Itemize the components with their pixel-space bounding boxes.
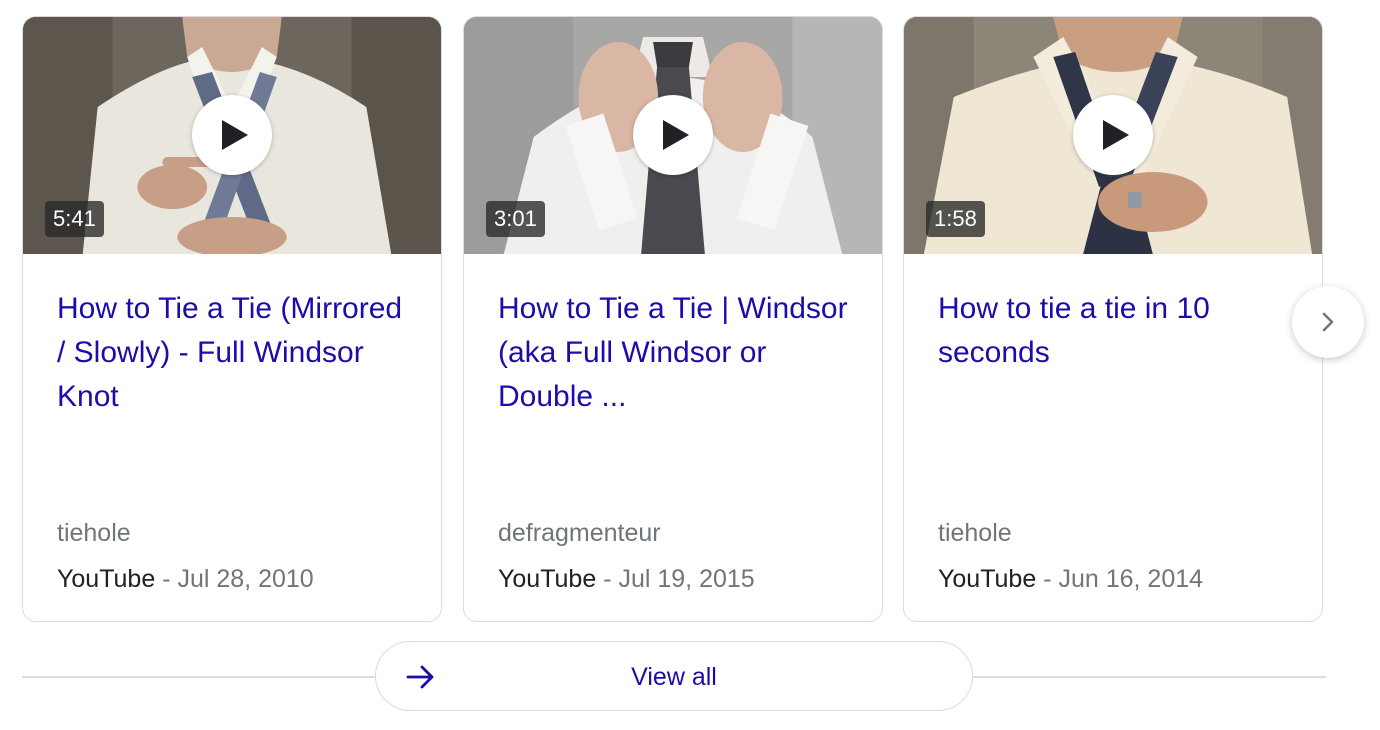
video-channel: tiehole	[57, 519, 131, 547]
video-duration: 5:41	[45, 201, 104, 237]
carousel-next-button[interactable]	[1292, 286, 1364, 358]
video-source: YouTube	[498, 565, 597, 593]
video-date: Jul 28, 2010	[177, 565, 314, 593]
video-card[interactable]: 5:41 How to Tie a Tie (Mirrored / Slowly…	[22, 16, 442, 622]
view-all-label: View all	[631, 663, 717, 691]
source-separator: -	[1036, 565, 1059, 593]
chevron-right-icon	[1322, 312, 1334, 332]
video-source: YouTube	[57, 565, 156, 593]
video-card[interactable]: 3:01 How to Tie a Tie | Windsor (aka Ful…	[463, 16, 883, 622]
source-separator: -	[596, 565, 619, 593]
video-thumbnail[interactable]: 5:41	[23, 17, 441, 254]
video-title-link[interactable]: How to Tie a Tie (Mirrored / Slowly) - F…	[57, 287, 417, 419]
video-duration: 1:58	[926, 201, 985, 237]
source-separator: -	[155, 565, 178, 593]
video-date: Jul 19, 2015	[618, 565, 755, 593]
video-card[interactable]: 1:58 How to tie a tie in 10 seconds tieh…	[903, 16, 1323, 622]
play-icon[interactable]	[1073, 95, 1153, 175]
play-icon[interactable]	[633, 95, 713, 175]
video-thumbnail[interactable]: 3:01	[464, 17, 882, 254]
video-title-link[interactable]: How to tie a tie in 10 seconds	[938, 287, 1298, 375]
video-source-line: YouTube - Jul 19, 2015	[498, 563, 755, 595]
video-title-link[interactable]: How to Tie a Tie | Windsor (aka Full Win…	[498, 287, 858, 419]
play-icon[interactable]	[192, 95, 272, 175]
video-channel: defragmenteur	[498, 519, 661, 547]
video-duration: 3:01	[486, 201, 545, 237]
video-source-line: YouTube - Jul 28, 2010	[57, 563, 314, 595]
video-thumbnail[interactable]: 1:58	[904, 17, 1322, 254]
video-channel: tiehole	[938, 519, 1012, 547]
video-carousel: 5:41 How to Tie a Tie (Mirrored / Slowly…	[22, 16, 1326, 624]
view-all-button[interactable]: View all	[375, 641, 973, 711]
video-source-line: YouTube - Jun 16, 2014	[938, 563, 1203, 595]
video-source: YouTube	[938, 565, 1037, 593]
video-date: Jun 16, 2014	[1058, 565, 1204, 593]
